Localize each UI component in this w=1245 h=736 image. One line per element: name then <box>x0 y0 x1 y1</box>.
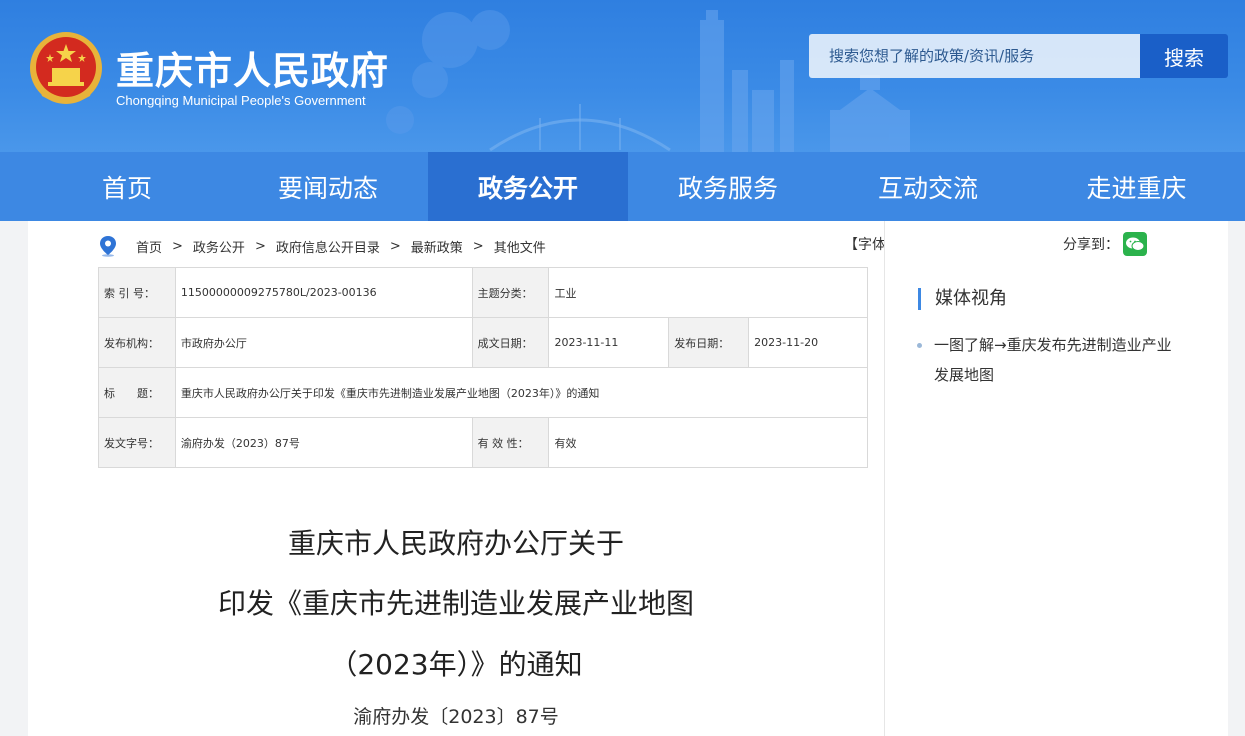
nav-item-about-chongqing[interactable]: 走进重庆 <box>1028 152 1245 221</box>
breadcrumb-separator: > <box>254 238 266 254</box>
published-date-label: 发布日期： <box>668 317 750 368</box>
topic-value: 工业 <box>548 267 868 318</box>
sidebar-link-industry-map[interactable]: 一图了解→重庆发布先进制造业产业发展地图 <box>934 330 1174 390</box>
index-value: 11500000009275780L/2023-00136 <box>174 267 473 318</box>
index-label: 索 引 号： <box>98 267 176 318</box>
created-date-value: 2023-11-11 <box>548 317 670 368</box>
location-pin-icon <box>100 236 116 257</box>
created-date-label: 成文日期： <box>471 317 550 368</box>
breadcrumb-separator: > <box>172 238 183 254</box>
nav-item-government-affairs[interactable]: 政务公开 <box>428 152 628 221</box>
breadcrumb-latest-policy[interactable]: 最新政策 <box>411 237 463 256</box>
breadcrumb-government-affairs[interactable]: 政务公开 <box>193 237 245 256</box>
share-label: 分享到： <box>1063 237 1119 253</box>
published-date-value: 2023-11-20 <box>748 317 868 368</box>
title-label: 标 题： <box>98 367 176 418</box>
doc-number-value: 渝府办发（2023）87号 <box>174 417 473 468</box>
nav-item-home[interactable]: 首页 <box>0 152 228 221</box>
document-metadata-table: 索 引 号： 11500000009275780L/2023-00136 主题分… <box>98 267 869 468</box>
issuer-label: 发布机构： <box>98 317 176 368</box>
wechat-icon[interactable] <box>1123 232 1147 256</box>
breadcrumb-info-catalog[interactable]: 政府信息公开目录 <box>276 237 380 256</box>
breadcrumb-other-documents[interactable]: 其他文件 <box>494 237 546 256</box>
breadcrumb: 首页 > 政务公开 > 政府信息公开目录 > 最新政策 > 其他文件 <box>98 235 546 257</box>
document-title-line-3: （2023年）》的通知 <box>329 648 583 681</box>
national-emblem-logo <box>30 32 102 104</box>
nav-item-interaction[interactable]: 互动交流 <box>828 152 1028 221</box>
document-title-line-2: 印发《重庆市先进制造业发展产业地图 <box>217 587 694 620</box>
nav-item-news[interactable]: 要闻动态 <box>228 152 428 221</box>
document-number: 渝府办发〔2023〕87号 <box>353 706 559 728</box>
search-input[interactable] <box>809 34 1140 78</box>
doc-number-label: 发文字号： <box>98 417 176 468</box>
share-bar: 分享到： <box>1063 232 1147 256</box>
nav-item-services[interactable]: 政务服务 <box>628 152 828 221</box>
breadcrumb-separator: > <box>389 238 401 254</box>
sidebar-heading-media-view: 媒体视角 <box>918 288 1007 310</box>
breadcrumb-home[interactable]: 首页 <box>136 237 162 256</box>
title-value: 重庆市人民政府办公厅关于印发《重庆市先进制造业发展产业地图（2023年）》的通知 <box>174 367 869 418</box>
site-title: 重庆市人民政府 <box>116 49 390 93</box>
main-nav: 首页 要闻动态 政务公开 政务服务 互动交流 走进重庆 <box>0 152 1245 221</box>
search-button[interactable]: 搜索 <box>1140 34 1228 78</box>
validity-value: 有效 <box>548 417 868 468</box>
breadcrumb-separator: > <box>472 238 484 254</box>
topic-label: 主题分类： <box>471 267 550 318</box>
document-title-line-1: 重庆市人民政府办公厅关于 <box>287 527 624 560</box>
issuer-value: 市政府办公厅 <box>174 317 473 368</box>
validity-label: 有 效 性： <box>471 417 550 468</box>
site-header: 重庆市人民政府 Chongqing Municipal People's Gov… <box>0 0 1245 152</box>
list-bullet <box>917 343 922 348</box>
site-subtitle: Chongqing Municipal People's Government <box>116 93 366 108</box>
